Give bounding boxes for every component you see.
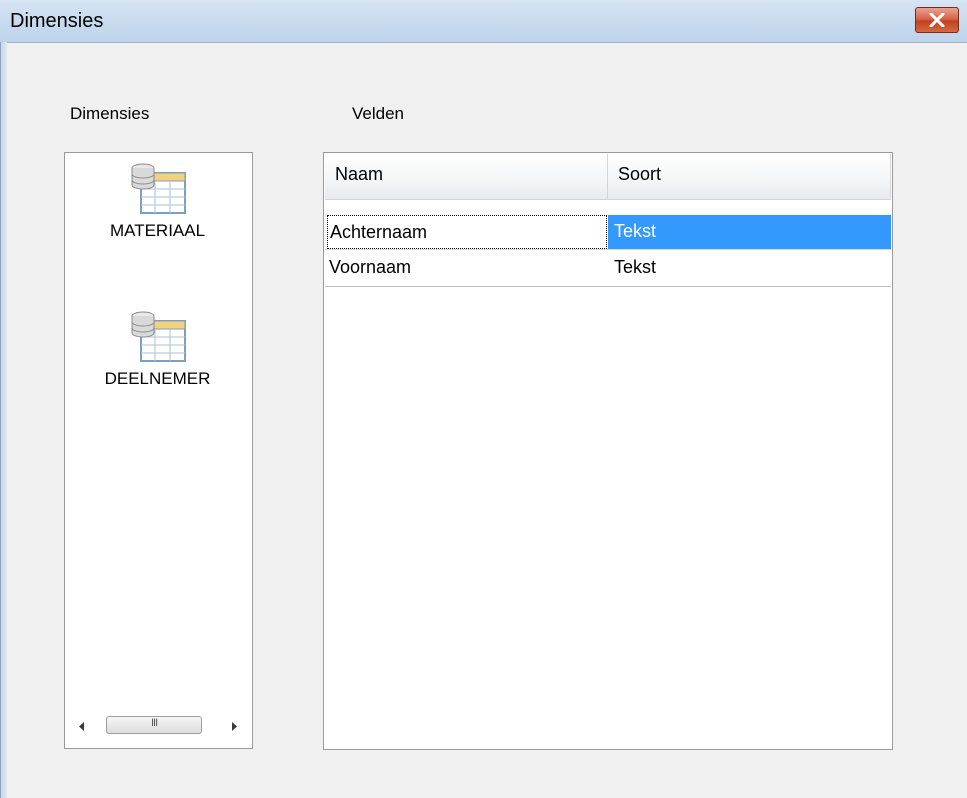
cell-naam: Achternaam (327, 215, 607, 249)
window-border (0, 42, 7, 798)
window-title: Dimensies (10, 10, 104, 32)
row-divider (325, 249, 891, 250)
dimension-label: MATERIAAL (109, 221, 206, 240)
dimension-item-materiaal[interactable]: MATERIAAL (65, 163, 250, 241)
horizontal-scrollbar[interactable]: III (73, 713, 244, 740)
database-table-icon (131, 163, 186, 214)
dimension-item-deelnemer[interactable]: DEELNEMER (65, 311, 250, 389)
row-divider (325, 286, 891, 287)
fields-label: Velden (352, 104, 404, 123)
scroll-left-icon[interactable] (79, 722, 85, 731)
dialog-window: Dimensies Dimensies Velden MATERIAAL DEE… (0, 0, 967, 798)
table-row[interactable]: Voornaam Tekst (325, 251, 891, 285)
column-header-naam[interactable]: Naam (325, 154, 608, 200)
close-button[interactable] (915, 7, 959, 33)
scroll-right-icon[interactable] (231, 722, 237, 731)
database-table-icon (131, 311, 186, 362)
table-row[interactable]: Achternaam Tekst (325, 215, 891, 249)
dimensions-label: Dimensies (70, 104, 150, 123)
title-bar[interactable]: Dimensies (0, 0, 967, 43)
dimension-label: DEELNEMER (104, 369, 211, 388)
close-icon (929, 13, 945, 27)
grip-icon: III (151, 717, 158, 729)
column-header-soort[interactable]: Soort (608, 154, 891, 200)
dimensions-list[interactable]: MATERIAAL DEELNEMER III (64, 152, 253, 749)
cell-naam: Voornaam (329, 257, 412, 277)
cell-soort: Tekst (614, 257, 657, 277)
fields-list-view[interactable]: Naam Soort Achternaam Tekst Voornaam Tek… (323, 152, 893, 750)
cell-soort: Tekst (608, 215, 891, 249)
